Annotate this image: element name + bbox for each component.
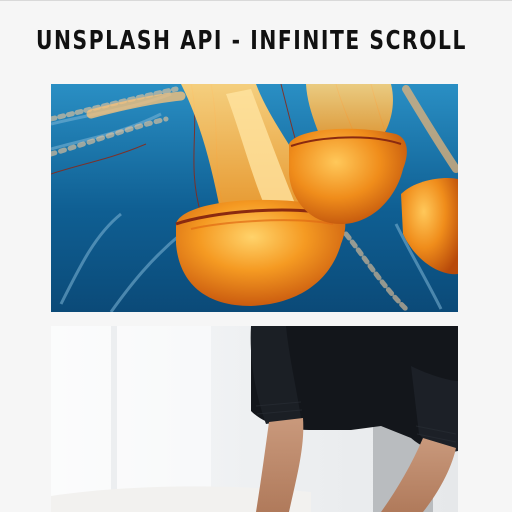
top-divider (0, 0, 512, 1)
gallery-photo-workspace[interactable] (51, 326, 458, 512)
page: UNSPLASH API - INFINITE SCROLL (0, 0, 512, 512)
workspace-image (51, 326, 458, 512)
image-feed[interactable] (51, 84, 458, 512)
jellyfish-image (51, 84, 458, 312)
gallery-photo-jellyfish[interactable] (51, 84, 458, 312)
page-title: UNSPLASH API - INFINITE SCROLL (36, 26, 467, 56)
